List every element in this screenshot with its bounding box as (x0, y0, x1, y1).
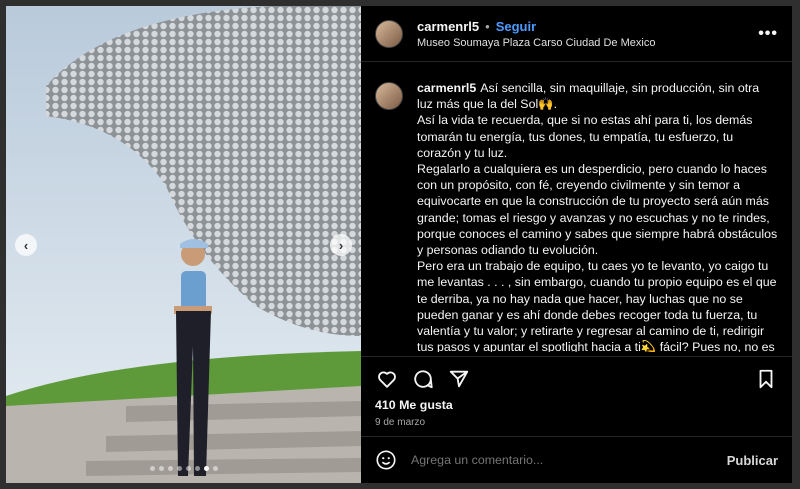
caption-area: carmenrl5 Así sencilla, sin maquillaje, s… (361, 62, 792, 352)
header-text: carmenrl5 • Seguir Museo Soumaya Plaza C… (417, 19, 758, 49)
caption-paragraph-2: Así la vida te recuerda, que si no estas… (417, 113, 753, 160)
username-link[interactable]: carmenrl5 (417, 19, 479, 34)
chevron-right-icon: › (338, 237, 344, 253)
carousel-dot (167, 466, 173, 471)
comment-button[interactable] (411, 367, 435, 391)
post-date: 9 de marzo (375, 417, 426, 428)
header-line: carmenrl5 • Seguir (417, 19, 758, 34)
separator: • (485, 18, 490, 34)
location-link[interactable]: Museo Soumaya Plaza Carso Ciudad De Mexi… (417, 37, 758, 49)
caption-paragraph-4: Pero era un trabajo de equipo, tu caes y… (417, 259, 777, 352)
carousel-dot (176, 466, 182, 471)
post-panel: carmenrl5 • Seguir Museo Soumaya Plaza C… (361, 6, 792, 483)
carousel-dot (203, 466, 209, 471)
carousel-dot (149, 466, 155, 471)
carousel-dot (158, 466, 164, 471)
photo-illustration (6, 6, 361, 483)
comment-icon (414, 370, 433, 389)
bookmark-icon (759, 369, 773, 389)
carousel-next-button[interactable]: › (330, 234, 352, 256)
caption-username[interactable]: carmenrl5 (417, 81, 476, 95)
comment-input[interactable] (411, 453, 727, 467)
caption-avatar[interactable] (375, 82, 403, 110)
post-photo[interactable]: ‹ › (6, 6, 361, 483)
post-modal: ‹ › carmenrl5 • Seguir Museo Soumaya Pla… (6, 6, 792, 483)
actions-row (361, 356, 792, 401)
chevron-left-icon: ‹ (23, 237, 29, 253)
more-options-button[interactable]: ••• (758, 25, 778, 43)
publish-button[interactable]: Publicar (727, 453, 778, 468)
save-button[interactable] (754, 367, 778, 391)
carousel-dots (6, 466, 361, 471)
share-icon (449, 370, 469, 388)
like-button[interactable] (375, 367, 399, 391)
caption-text: carmenrl5 Así sencilla, sin maquillaje, s… (417, 80, 778, 352)
avatar[interactable] (375, 19, 403, 48)
likes-count[interactable]: 410 Me gusta (375, 398, 453, 412)
carousel-dot (185, 466, 191, 471)
follow-button[interactable]: Seguir (496, 19, 536, 34)
carousel-prev-button[interactable]: ‹ (15, 234, 37, 256)
share-button[interactable] (447, 367, 471, 391)
post-header: carmenrl5 • Seguir Museo Soumaya Plaza C… (361, 6, 792, 62)
caption-paragraph-3: Regalarlo a cualquiera es un desperdicio… (417, 162, 778, 258)
emoji-icon[interactable] (375, 449, 397, 471)
carousel-dot (212, 466, 218, 471)
carousel-dot (194, 466, 200, 471)
heart-icon (378, 371, 396, 388)
comment-bar: Publicar (361, 436, 792, 483)
